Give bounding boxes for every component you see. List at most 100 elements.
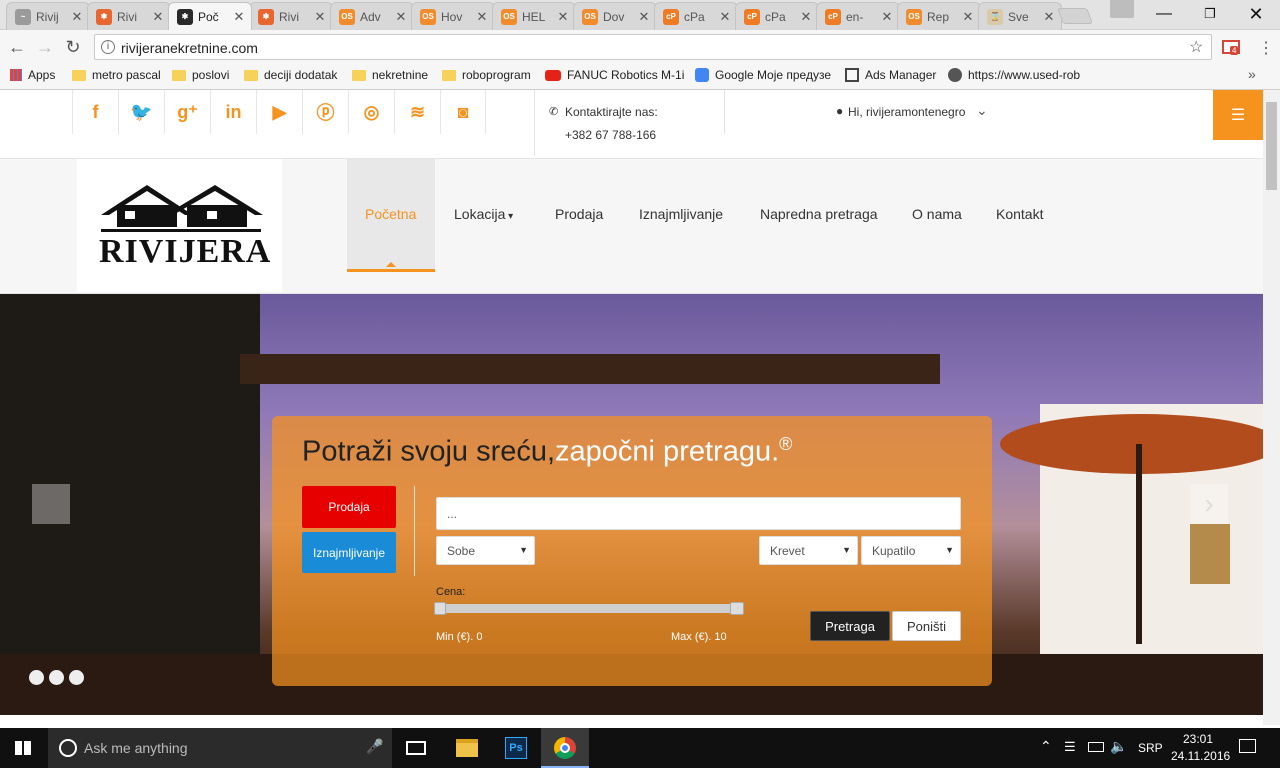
reset-button[interactable]: Poništi bbox=[892, 611, 961, 641]
wifi-icon[interactable]: ☰ bbox=[1064, 739, 1076, 755]
bookmark-item[interactable]: Google Moje предузе bbox=[695, 68, 831, 82]
tab-close-icon[interactable]: ✕ bbox=[1043, 9, 1055, 25]
rent-button[interactable]: Iznajmljivanje bbox=[302, 532, 396, 573]
tab-close-icon[interactable]: ✕ bbox=[152, 9, 164, 25]
address-bar[interactable]: i rivijeranekretnine.com ☆ bbox=[94, 34, 1212, 60]
menu-kebab-icon[interactable]: ⋮ bbox=[1258, 38, 1274, 58]
tab-close-icon[interactable]: ✕ bbox=[557, 9, 569, 25]
bookmark-item[interactable]: nekretnine bbox=[352, 68, 428, 82]
rooms-select[interactable]: Sobe ▼ bbox=[436, 536, 535, 565]
notifications-icon[interactable] bbox=[1239, 739, 1256, 753]
url-text[interactable]: rivijeranekretnine.com bbox=[121, 40, 258, 56]
new-tab-button[interactable] bbox=[1057, 8, 1093, 24]
gmail-extension-icon[interactable]: 4 bbox=[1222, 40, 1240, 55]
slider-dot[interactable] bbox=[29, 670, 44, 685]
bookmarks-overflow[interactable]: » bbox=[1248, 66, 1256, 82]
nav-item-prodaja[interactable]: Prodaja bbox=[555, 206, 603, 222]
browser-tab[interactable]: OS Hov ✕ bbox=[411, 2, 495, 30]
page-scrollbar-thumb[interactable] bbox=[1266, 102, 1277, 190]
close-window-button[interactable]: ✕ bbox=[1233, 0, 1279, 28]
minimize-button[interactable]: — bbox=[1141, 0, 1187, 28]
chevron-up-icon[interactable]: ⌃ bbox=[1040, 738, 1052, 755]
bookmark-item[interactable]: https://www.used-rob bbox=[948, 68, 1080, 82]
chevron-down-icon[interactable]: ⌄ bbox=[976, 102, 988, 119]
photoshop-icon[interactable]: Ps bbox=[505, 737, 527, 759]
browser-tab[interactable]: cP cPa ✕ bbox=[735, 2, 819, 30]
social-g+-icon[interactable]: g⁺ bbox=[164, 90, 210, 134]
tab-close-icon[interactable]: ✕ bbox=[476, 9, 488, 25]
contact-phone[interactable]: +382 67 788-166 bbox=[565, 128, 656, 142]
baths-select[interactable]: Kupatilo ▼ bbox=[861, 536, 961, 565]
info-icon[interactable]: i bbox=[101, 40, 115, 54]
bookmark-item[interactable]: roboprogram bbox=[442, 68, 531, 82]
social-t-icon[interactable]: 🐦 bbox=[118, 90, 164, 134]
bookmark-star-icon[interactable]: ☆ bbox=[1189, 37, 1203, 57]
site-logo[interactable]: RIVIJERA bbox=[77, 159, 282, 292]
tab-close-icon[interactable]: ✕ bbox=[719, 9, 731, 25]
nav-item-lokacija[interactable]: Lokacija ▾ bbox=[454, 206, 513, 222]
task-view-icon[interactable] bbox=[406, 741, 426, 755]
browser-tab[interactable]: OS HEL ✕ bbox=[492, 2, 576, 30]
hamburger-menu-button[interactable]: ☰ bbox=[1213, 90, 1263, 140]
file-explorer-icon[interactable] bbox=[456, 739, 478, 757]
social-f-icon[interactable]: f bbox=[72, 90, 118, 134]
bookmark-item[interactable]: Apps bbox=[10, 68, 55, 82]
bookmark-item[interactable]: Ads Manager bbox=[845, 68, 936, 82]
restore-button[interactable]: ❐ bbox=[1187, 0, 1233, 28]
browser-tab[interactable]: ✱ Rivi ✕ bbox=[87, 2, 171, 30]
slider-prev-button[interactable] bbox=[32, 484, 70, 524]
slider-dot[interactable] bbox=[49, 670, 64, 685]
language-indicator[interactable]: SRP bbox=[1138, 741, 1163, 755]
social-dribbble-icon[interactable]: ◎ bbox=[348, 90, 394, 134]
bookmark-item[interactable]: FANUC Robotics M-1i bbox=[545, 68, 684, 82]
browser-tab[interactable]: ~ Rivij ✕ bbox=[6, 2, 90, 30]
cortana-search-box[interactable]: Ask me anything 🎤 bbox=[48, 728, 392, 768]
tab-close-icon[interactable]: ✕ bbox=[962, 9, 974, 25]
browser-tab[interactable]: OS Rep ✕ bbox=[897, 2, 981, 30]
clock-date[interactable]: 24.11.2016 bbox=[1171, 749, 1230, 763]
price-slider-min-handle[interactable] bbox=[434, 602, 446, 615]
profile-icon[interactable] bbox=[1110, 0, 1134, 18]
social-yt-icon[interactable]: ▶ bbox=[256, 90, 302, 134]
social-rss-icon[interactable]: ≋ bbox=[394, 90, 440, 134]
tab-close-icon[interactable]: ✕ bbox=[395, 9, 407, 25]
back-icon[interactable]: ← bbox=[7, 38, 27, 56]
user-greeting[interactable]: Hi, rivijeramontenegro bbox=[848, 105, 965, 119]
slider-next-button[interactable]: › bbox=[1190, 484, 1228, 524]
browser-tab[interactable]: ⌛ Sve ✕ bbox=[978, 2, 1062, 30]
bookmark-item[interactable]: poslovi bbox=[172, 68, 229, 82]
sale-button[interactable]: Prodaja bbox=[302, 486, 396, 528]
nav-item-početna[interactable]: Početna bbox=[365, 206, 416, 222]
keyword-input[interactable]: ... bbox=[436, 497, 961, 530]
tab-close-icon[interactable]: ✕ bbox=[233, 9, 245, 25]
chrome-taskbar-button[interactable] bbox=[541, 728, 589, 768]
clock-time[interactable]: 23:01 bbox=[1183, 732, 1213, 746]
social-in-icon[interactable]: in bbox=[210, 90, 256, 134]
tab-close-icon[interactable]: ✕ bbox=[314, 9, 326, 25]
slider-dot[interactable] bbox=[69, 670, 84, 685]
nav-item-iznajmljivanje[interactable]: Iznajmljivanje bbox=[639, 206, 723, 222]
browser-tab[interactable]: ✱ Poč ✕ bbox=[168, 2, 252, 30]
nav-item-o-nama[interactable]: O nama bbox=[912, 206, 962, 222]
nav-item-napredna-pretraga[interactable]: Napredna pretraga bbox=[760, 206, 878, 222]
price-slider-max-handle[interactable] bbox=[730, 602, 744, 615]
tab-close-icon[interactable]: ✕ bbox=[800, 9, 812, 25]
browser-tab[interactable]: OS Adv ✕ bbox=[330, 2, 414, 30]
social-ig-icon[interactable]: ◙ bbox=[440, 90, 486, 134]
browser-tab[interactable]: ✱ Rivi ✕ bbox=[249, 2, 333, 30]
price-slider-track[interactable] bbox=[436, 604, 744, 613]
volume-icon[interactable]: 🔈 bbox=[1110, 738, 1127, 755]
microphone-icon[interactable]: 🎤 bbox=[366, 738, 383, 755]
beds-select[interactable]: Krevet ▼ bbox=[759, 536, 858, 565]
forward-icon[interactable]: → bbox=[35, 38, 55, 56]
bookmark-item[interactable]: deciji dodatak bbox=[244, 68, 337, 82]
nav-item-kontakt[interactable]: Kontakt bbox=[996, 206, 1043, 222]
reload-icon[interactable]: ↻ bbox=[63, 38, 83, 56]
social-p-icon[interactable]: ⓟ bbox=[302, 90, 348, 134]
search-button[interactable]: Pretraga bbox=[810, 611, 890, 641]
bookmark-item[interactable]: metro pascal bbox=[72, 68, 161, 82]
browser-tab[interactable]: cP en- ✕ bbox=[816, 2, 900, 30]
tab-close-icon[interactable]: ✕ bbox=[71, 9, 83, 25]
tab-close-icon[interactable]: ✕ bbox=[881, 9, 893, 25]
battery-icon[interactable] bbox=[1088, 742, 1104, 752]
